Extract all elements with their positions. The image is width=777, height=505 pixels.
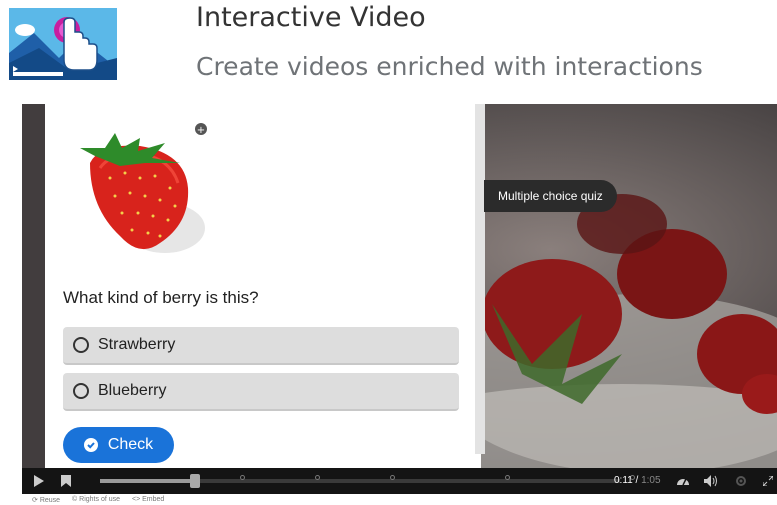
interactive-video-app-icon — [9, 8, 117, 80]
embed-icon: <> — [132, 496, 143, 503]
embed-link[interactable]: <> Embed — [132, 496, 164, 503]
bookmark-icon[interactable] — [58, 468, 74, 494]
page-title: Interactive Video — [196, 2, 426, 33]
play-icon[interactable] — [30, 468, 48, 494]
reuse-link[interactable]: ⟳ Reuse — [32, 496, 60, 504]
player-controls: 0:11 / 1:05 — [22, 468, 777, 494]
seek-handle[interactable] — [190, 474, 200, 488]
check-circle-icon — [83, 438, 98, 452]
seek-marker[interactable] — [315, 475, 320, 480]
speed-icon[interactable] — [674, 468, 692, 494]
seek-bar[interactable] — [100, 474, 635, 488]
settings-icon[interactable] — [732, 468, 750, 494]
check-button-label: Check — [107, 436, 154, 453]
volume-icon[interactable] — [702, 468, 720, 494]
current-time: 0:11 — [614, 475, 633, 486]
seek-marker[interactable] — [505, 475, 510, 480]
header: Interactive Video Create videos enriched… — [0, 0, 777, 100]
option-label: Strawberry — [98, 336, 176, 353]
seek-marker[interactable] — [390, 475, 395, 480]
radio-icon[interactable] — [73, 337, 89, 353]
embed-label: Embed — [142, 496, 165, 503]
strawberry-image: + — [80, 123, 207, 253]
quiz-question: What kind of berry is this? — [63, 288, 259, 307]
seek-played — [100, 479, 194, 483]
seek-marker[interactable] — [240, 475, 245, 480]
interaction-label[interactable]: Multiple choice quiz — [484, 180, 617, 212]
option-strawberry[interactable]: Strawberry — [63, 327, 459, 365]
footer-actions: ⟳ Reuse © Rights of use <> Embed — [22, 494, 777, 505]
duration: 1:05 — [641, 475, 661, 486]
page-subtitle: Create videos enriched with interactions — [196, 52, 703, 81]
check-button[interactable]: Check — [63, 427, 174, 463]
reuse-label: Reuse — [39, 496, 61, 504]
radio-icon[interactable] — [73, 383, 89, 399]
fullscreen-icon[interactable] — [760, 468, 776, 494]
reuse-icon: ⟳ — [32, 496, 40, 504]
zoom-in-icon[interactable] — [195, 123, 207, 135]
quiz-scrollbar[interactable] — [475, 104, 485, 454]
time-display: 0:11 / 1:05 — [614, 475, 661, 486]
option-label: Blueberry — [98, 382, 167, 399]
rights-link[interactable]: © Rights of use — [72, 496, 120, 503]
option-blueberry[interactable]: Blueberry — [63, 373, 459, 411]
rights-label: Rights of use — [79, 496, 121, 503]
